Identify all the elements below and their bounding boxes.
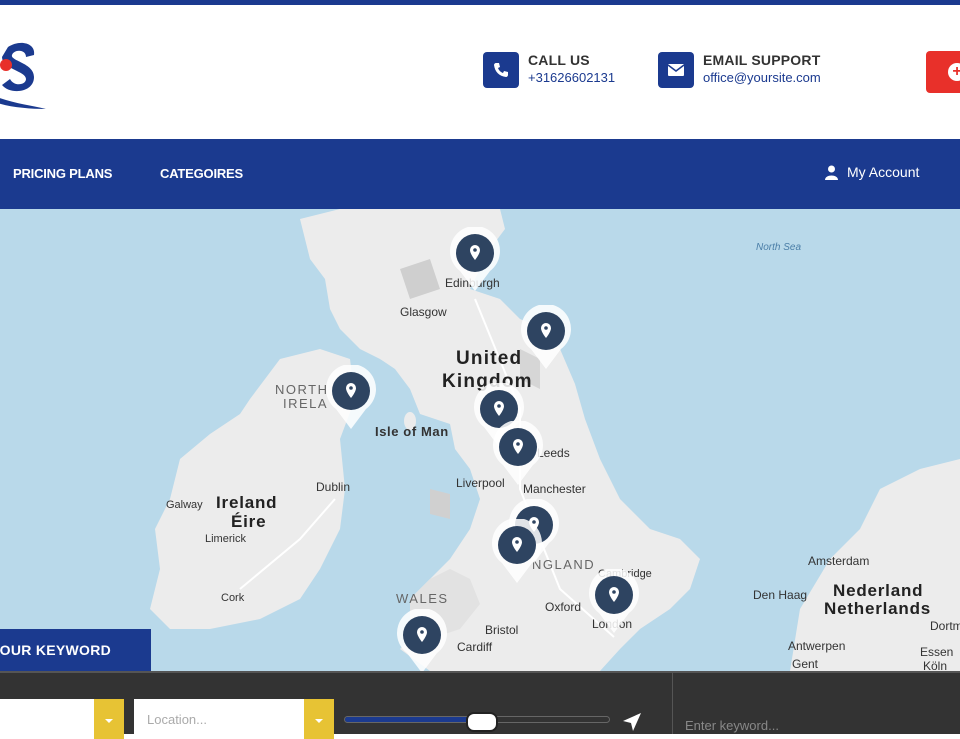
map-marker-icon[interactable] — [519, 304, 573, 371]
map-marker-icon[interactable] — [448, 226, 502, 293]
chevron-down-icon — [304, 699, 334, 739]
label-ireland: Ireland — [216, 493, 278, 512]
keyword-search-tab[interactable]: YOUR KEYWORD — [0, 629, 151, 671]
keyword-input[interactable] — [685, 715, 955, 735]
my-account-link[interactable]: My Account — [825, 164, 919, 180]
email-support-title: EMAIL SUPPORT — [703, 52, 821, 68]
call-us-block: CALL US +31626602131 — [483, 52, 615, 88]
label-amsterdam: Amsterdam — [808, 554, 870, 568]
envelope-icon — [658, 52, 694, 88]
label-dortmund: Dortm — [930, 619, 960, 633]
radius-slider-handle[interactable] — [466, 712, 498, 732]
nav-categories[interactable]: CATEGOIRES — [160, 166, 243, 181]
listings-map[interactable]: North Sea Edinburgh Glasgow United Kingd… — [0, 209, 960, 671]
label-wales: WALES — [396, 591, 449, 606]
radius-slider-fill — [345, 717, 482, 722]
plus-circle-icon: + — [948, 63, 960, 81]
label-cardiff: Cardiff — [457, 640, 493, 654]
label-isle-of-man: Isle of Man — [375, 424, 449, 439]
label-nederland: Nederland — [833, 581, 924, 600]
label-gent: Gent — [792, 657, 819, 671]
label-galway: Galway — [166, 499, 203, 511]
label-oxford: Oxford — [545, 600, 582, 614]
label-northern-ireland-2: IRELA — [283, 396, 329, 411]
my-account-label: My Account — [847, 164, 920, 180]
label-dublin: Dublin — [316, 480, 351, 494]
map-marker-icon[interactable] — [491, 420, 545, 487]
add-listing-button[interactable]: + — [926, 51, 960, 93]
search-divider — [672, 673, 673, 734]
site-logo[interactable] — [0, 35, 50, 115]
label-antwerpen: Antwerpen — [788, 639, 846, 653]
map-marker-icon[interactable] — [395, 608, 449, 671]
label-bristol: Bristol — [485, 623, 519, 637]
label-limerick: Limerick — [205, 533, 246, 545]
email-support-block: EMAIL SUPPORT office@yoursite.com — [658, 52, 821, 88]
nav-pricing-plans[interactable]: PRICING PLANS — [13, 166, 112, 181]
label-north-sea: North Sea — [756, 242, 802, 253]
email-link[interactable]: office@yoursite.com — [703, 69, 821, 86]
map-marker-icon[interactable] — [587, 568, 641, 635]
label-northern-ireland-1: NORTH — [275, 382, 329, 397]
location-placeholder: Location... — [147, 712, 207, 727]
phone-number-link[interactable]: +31626602131 — [528, 69, 615, 86]
map-marker-icon[interactable] — [490, 518, 544, 585]
phone-icon — [483, 52, 519, 88]
main-navigation: PRICING PLANS CATEGOIRES My Account — [0, 139, 960, 209]
label-united: United — [456, 348, 523, 369]
site-header: CALL US +31626602131 EMAIL SUPPORT offic… — [0, 5, 960, 139]
call-us-title: CALL US — [528, 52, 590, 68]
label-cork: Cork — [221, 592, 245, 604]
label-koln: Köln — [923, 659, 948, 671]
user-icon — [825, 165, 838, 180]
location-select[interactable]: Location... — [134, 699, 334, 739]
category-select[interactable] — [0, 699, 124, 739]
label-eire: Éire — [231, 512, 267, 531]
label-den-haag: Den Haag — [753, 588, 808, 602]
label-netherlands: Netherlands — [824, 599, 932, 618]
chevron-down-icon — [94, 699, 124, 739]
label-essen: Essen — [920, 645, 954, 659]
label-glasgow: Glasgow — [400, 305, 447, 319]
map-marker-icon[interactable] — [324, 364, 378, 431]
